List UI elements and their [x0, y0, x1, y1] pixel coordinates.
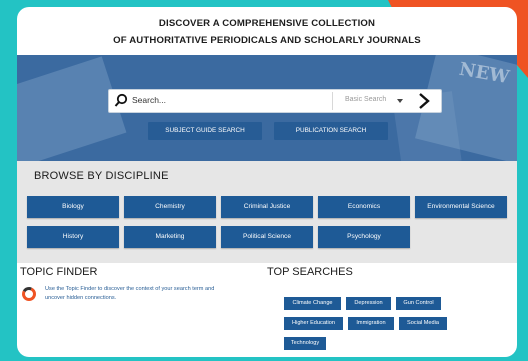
discipline-psychology[interactable]: Psychology	[318, 226, 410, 248]
browse-section: BROWSE BY DISCIPLINE Biology Chemistry C…	[17, 161, 517, 263]
search-tag-social-media[interactable]: Social Media	[399, 317, 447, 330]
discipline-economics[interactable]: Economics	[318, 196, 410, 218]
discipline-political-science[interactable]: Political Science	[221, 226, 313, 248]
search-tag-climate-change[interactable]: Climate Change	[284, 297, 341, 310]
search-tag-technology[interactable]: Technology	[284, 337, 326, 350]
search-bar[interactable]: Search... Basic Search	[108, 89, 442, 113]
publication-search-button[interactable]: PUBLICATION SEARCH	[274, 122, 388, 140]
chevron-right-icon[interactable]	[416, 92, 432, 110]
page-headline: DISCOVER A COMPREHENSIVE COLLECTION OF A…	[17, 15, 517, 49]
search-icon[interactable]	[114, 93, 128, 108]
search-tag-depression[interactable]: Depression	[346, 297, 391, 310]
topic-finder-icon[interactable]	[21, 286, 37, 302]
headline-line-2: OF AUTHORITATIVE PERIODICALS AND SCHOLAR…	[113, 35, 421, 46]
browse-title: BROWSE BY DISCIPLINE	[34, 170, 169, 182]
search-tag-gun-control[interactable]: Gun Control	[396, 297, 441, 310]
content-card: DISCOVER A COMPREHENSIVE COLLECTION OF A…	[17, 7, 517, 357]
search-input[interactable]: Search...	[132, 95, 166, 105]
discipline-marketing[interactable]: Marketing	[124, 226, 216, 248]
discipline-criminal-justice[interactable]: Criminal Justice	[221, 196, 313, 218]
topic-finder-description[interactable]: Use the Topic Finder to discover the con…	[45, 285, 215, 302]
search-mode-select[interactable]: Basic Search	[345, 96, 386, 103]
subject-guide-search-button[interactable]: SUBJECT GUIDE SEARCH	[148, 122, 262, 140]
headline-line-1: DISCOVER A COMPREHENSIVE COLLECTION	[158, 18, 376, 29]
topic-finder-title: TOPIC FINDER	[20, 266, 98, 278]
discipline-biology[interactable]: Biology	[27, 196, 119, 218]
search-tag-immigration[interactable]: Immigration	[348, 317, 394, 330]
discipline-environmental-science[interactable]: Environmental Science	[415, 196, 507, 218]
search-divider	[332, 92, 333, 110]
discipline-chemistry[interactable]: Chemistry	[124, 196, 216, 218]
search-tag-higher-education[interactable]: Higher Education	[284, 317, 343, 330]
top-searches-title: TOP SEARCHES	[267, 266, 353, 278]
discipline-history[interactable]: History	[27, 226, 119, 248]
chevron-down-icon[interactable]	[397, 99, 403, 103]
